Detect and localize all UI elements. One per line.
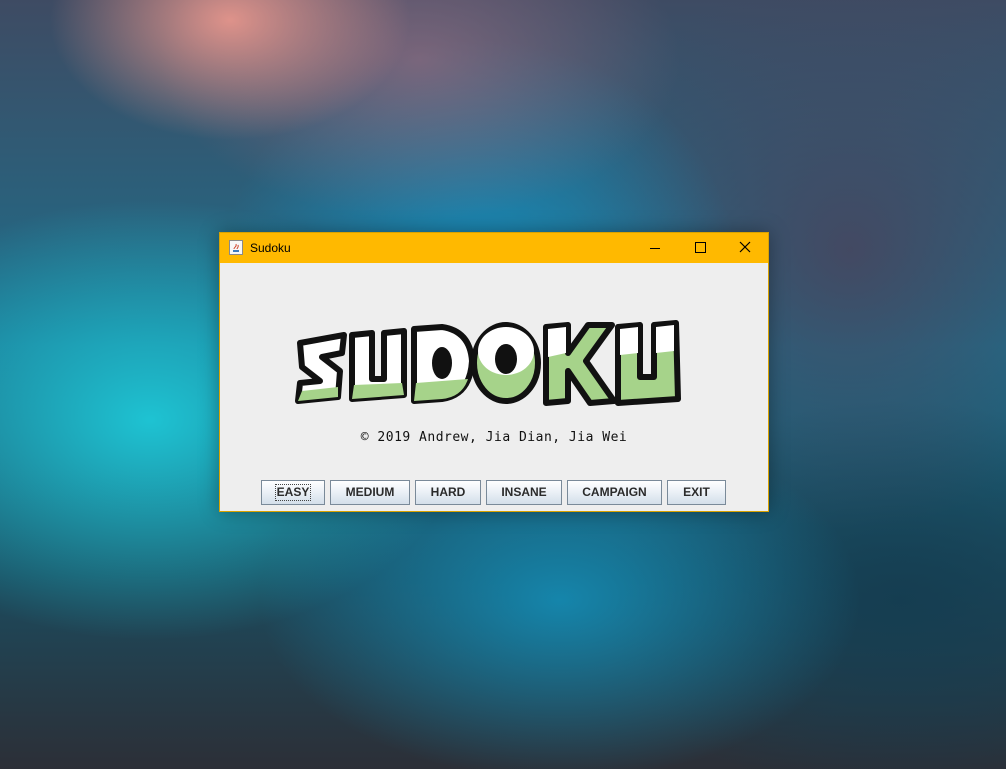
campaign-button[interactable]: CAMPAIGN (567, 480, 662, 505)
easy-button[interactable]: EASY (261, 480, 325, 505)
minimize-icon (650, 248, 660, 249)
hard-button[interactable]: HARD (415, 480, 481, 505)
easy-button-label: EASY (274, 484, 312, 501)
insane-button[interactable]: INSANE (486, 480, 562, 505)
sudoku-window: Sudoku © 2019 Andrew, Jia Dian, Jia Wei … (219, 232, 769, 512)
title-bar[interactable]: Sudoku (220, 233, 768, 263)
exit-button-label: EXIT (683, 485, 710, 499)
maximize-icon (695, 242, 706, 253)
copyright-credits: © 2019 Andrew, Jia Dian, Jia Wei (360, 430, 628, 445)
window-title: Sudoku (250, 241, 291, 255)
close-icon (739, 241, 751, 253)
sudoku-logo (295, 320, 681, 406)
maximize-button[interactable] (678, 233, 724, 263)
close-button[interactable] (722, 233, 768, 263)
exit-button[interactable]: EXIT (667, 480, 726, 505)
campaign-button-label: CAMPAIGN (582, 485, 647, 499)
insane-button-label: INSANE (501, 485, 547, 499)
medium-button-label: MEDIUM (345, 485, 395, 499)
minimize-button[interactable] (632, 233, 678, 263)
java-app-icon (229, 240, 243, 255)
hard-button-label: HARD (430, 485, 466, 499)
medium-button[interactable]: MEDIUM (330, 480, 410, 505)
